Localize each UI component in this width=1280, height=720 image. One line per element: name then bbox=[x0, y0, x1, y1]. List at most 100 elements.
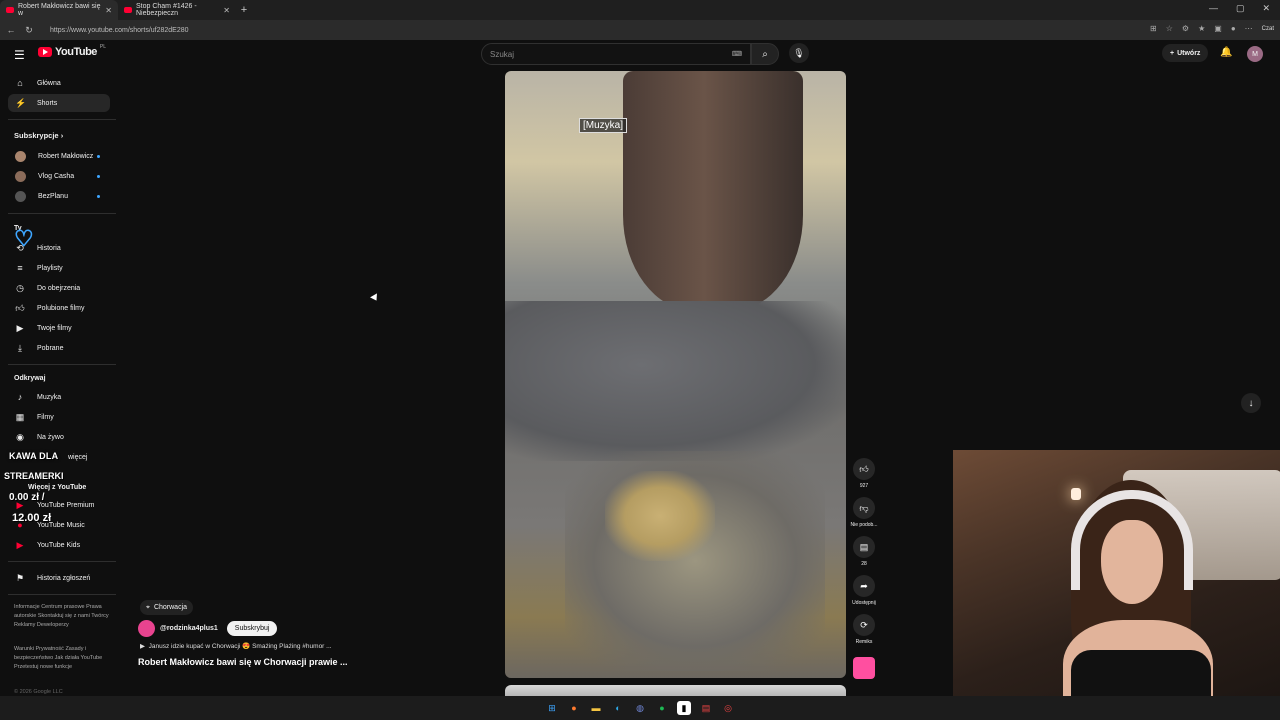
maximize-button[interactable]: ▢ bbox=[1236, 3, 1245, 14]
edge-icon[interactable]: ◐ bbox=[611, 701, 625, 715]
create-button[interactable]: + Utwórz bbox=[1162, 44, 1209, 62]
voice-search-button[interactable]: 🎙 bbox=[789, 43, 809, 63]
favorites-icon[interactable]: ★ bbox=[1198, 24, 1205, 33]
extensions-icon[interactable]: ⚙ bbox=[1182, 24, 1189, 33]
sidebar-item-label: Pobrane bbox=[37, 344, 64, 352]
sidebar-item-history[interactable]: ⟲ Historia bbox=[8, 239, 110, 257]
home-icon: ⌂ bbox=[17, 78, 23, 88]
sidebar-item-kids[interactable]: ▶ YouTube Kids bbox=[8, 536, 110, 554]
menu-icon[interactable]: ⋯ bbox=[1245, 24, 1253, 33]
address-bar: ← ↻ https://www.youtube.com/shorts/uf282… bbox=[0, 20, 1280, 40]
chat-button[interactable]: Czat bbox=[1262, 26, 1274, 32]
remix-button[interactable]: ⟳ Remiks bbox=[848, 614, 880, 645]
sound-line[interactable]: ▶ Janusz idzie kupać w Chorwacji 😍 Smażi… bbox=[140, 642, 332, 650]
sidebar-item-watch-later[interactable]: ◷ Do obejrzenia bbox=[8, 279, 110, 297]
collections-icon[interactable]: ▣ bbox=[1214, 24, 1222, 33]
bookmark-icon[interactable]: ☆ bbox=[1166, 24, 1173, 33]
tab-active[interactable]: Robert Makłowicz bawi się w ✕ bbox=[0, 0, 118, 20]
sidebar-item-your-videos[interactable]: ▶ Twoje filmy bbox=[8, 319, 110, 337]
close-tab-icon[interactable]: ✕ bbox=[105, 6, 112, 15]
obs-icon[interactable]: ▮ bbox=[677, 701, 691, 715]
sidebar-item-liked[interactable]: 👍︎ Polubione filmy bbox=[8, 299, 110, 317]
url-field[interactable]: https://www.youtube.com/shorts/uf282dE28… bbox=[50, 27, 189, 34]
streamer-webcam bbox=[953, 450, 1280, 720]
location-pin-icon: ⌖ bbox=[146, 603, 150, 611]
like-button[interactable]: 👍︎ 927 bbox=[848, 458, 880, 489]
subscribe-button[interactable]: Subskrybuj bbox=[226, 621, 278, 636]
more-from-youtube-heading: Więcej z YouTube bbox=[28, 484, 87, 491]
share-label: Udostępnij bbox=[852, 600, 876, 606]
translate-icon[interactable]: ⊞ bbox=[1150, 24, 1157, 33]
location-chip[interactable]: ⌖ Chorwacja bbox=[140, 600, 194, 615]
watch-later-icon: ◷ bbox=[16, 282, 24, 293]
logo-country: PL bbox=[99, 44, 107, 50]
webcam-lamp bbox=[1071, 488, 1081, 500]
share-icon: ➦ bbox=[853, 575, 875, 597]
channel-avatar bbox=[15, 190, 26, 202]
donation-goal-amount: 12.00 zł bbox=[12, 512, 52, 524]
app-icon[interactable]: ◎ bbox=[721, 701, 735, 715]
youtube-kids-icon: ▶ bbox=[16, 539, 24, 550]
profile-icon[interactable]: ● bbox=[1231, 24, 1236, 33]
next-video-button[interactable]: ↓ bbox=[1241, 393, 1261, 413]
sidebar-item-subscription[interactable]: BezPlanu bbox=[8, 187, 110, 205]
footer-links[interactable]: Informacje Centrum prasowe Prawa autorsk… bbox=[14, 603, 114, 630]
video-frame-leg bbox=[623, 71, 803, 311]
video-title[interactable]: Robert Makłowicz bawi się w Chorwacji pr… bbox=[138, 657, 348, 667]
sidebar-divider bbox=[8, 364, 116, 365]
download-icon: ⤓ bbox=[18, 342, 22, 353]
history-icon: ⟲ bbox=[16, 242, 24, 253]
flag-icon: ⚑ bbox=[15, 572, 25, 583]
browser-tab-bar: Robert Makłowicz bawi się w ✕ Stop Cham … bbox=[0, 0, 1280, 20]
comment-count: 28 bbox=[861, 561, 867, 567]
app-icon[interactable]: ▤ bbox=[699, 701, 713, 715]
sidebar-item-label: Główna bbox=[37, 79, 61, 87]
file-explorer-icon[interactable]: ▬ bbox=[589, 701, 603, 715]
minimize-button[interactable]: — bbox=[1209, 3, 1218, 14]
back-icon[interactable]: ← bbox=[6, 25, 16, 35]
close-tab-icon[interactable]: ✕ bbox=[223, 6, 230, 15]
sidebar-item-music[interactable]: ♪ Muzyka bbox=[8, 388, 110, 406]
youtube-logo[interactable]: YouTube PL bbox=[38, 44, 107, 58]
sidebar-item-label: Twoje filmy bbox=[37, 324, 72, 332]
footer-links[interactable]: Warunki Prywatność Zasady i bezpieczeńst… bbox=[14, 645, 114, 672]
sidebar-item-downloads[interactable]: ⤓ Pobrane bbox=[8, 339, 110, 357]
spotify-icon[interactable]: ● bbox=[655, 701, 669, 715]
new-tab-button[interactable]: + bbox=[236, 4, 252, 16]
sidebar-item-report-history[interactable]: ⚑ Historia zgłoszeń bbox=[8, 569, 110, 587]
avatar[interactable]: M bbox=[1247, 46, 1263, 62]
sound-thumbnail[interactable] bbox=[853, 657, 875, 679]
sidebar-item-subscription[interactable]: Robert Makłowicz bbox=[8, 147, 110, 165]
share-button[interactable]: ➦ Udostępnij bbox=[848, 575, 880, 606]
reload-icon[interactable]: ↻ bbox=[24, 25, 34, 36]
channel-name[interactable]: @rodzinka4plus1 bbox=[160, 625, 218, 632]
comments-button[interactable]: ▤ 28 bbox=[848, 536, 880, 567]
notifications-bell-icon[interactable]: 🔔 bbox=[1220, 47, 1232, 58]
sidebar-item-home[interactable]: ⌂ Główna bbox=[8, 74, 110, 92]
video-frame-mud bbox=[505, 301, 846, 461]
close-window-button[interactable]: ✕ bbox=[1262, 3, 1270, 14]
windows-start-icon[interactable]: ⊞ bbox=[545, 701, 559, 715]
tab-inactive[interactable]: Stop Cham #1426 - Niebezpieczn ✕ bbox=[118, 0, 236, 20]
firefox-icon[interactable]: ● bbox=[567, 701, 581, 715]
discord-icon[interactable]: ◍ bbox=[633, 701, 647, 715]
microphone-icon: 🎙 bbox=[793, 47, 805, 58]
search-input[interactable] bbox=[490, 49, 720, 59]
new-content-dot bbox=[97, 154, 100, 158]
keyboard-icon[interactable]: ⌨ bbox=[732, 50, 742, 58]
search-button[interactable]: ⌕ bbox=[751, 43, 779, 65]
dislike-button[interactable]: 👎︎ Nie podob... bbox=[848, 497, 880, 528]
hamburger-menu-icon[interactable]: ☰ bbox=[14, 48, 25, 62]
sidebar-item-label: Playlisty bbox=[37, 264, 63, 272]
sidebar-item-playlists[interactable]: ≡ Playlisty bbox=[8, 259, 110, 277]
arrow-down-icon: ↓ bbox=[1248, 397, 1254, 409]
remix-icon: ⟳ bbox=[853, 614, 875, 636]
shorts-video-player[interactable]: [Muzyka] bbox=[505, 71, 846, 678]
sidebar-item-movies[interactable]: ▦ Filmy bbox=[8, 408, 110, 426]
video-frame-sand bbox=[605, 471, 715, 561]
sidebar-item-live[interactable]: ◉ Na żywo bbox=[8, 428, 110, 446]
sidebar-item-subscription[interactable]: Vlog Casha bbox=[8, 167, 110, 185]
subscriptions-heading[interactable]: Subskrypcje › bbox=[14, 131, 63, 140]
sidebar-item-shorts[interactable]: ⚡ Shorts bbox=[8, 94, 110, 112]
channel-avatar[interactable] bbox=[138, 620, 155, 637]
